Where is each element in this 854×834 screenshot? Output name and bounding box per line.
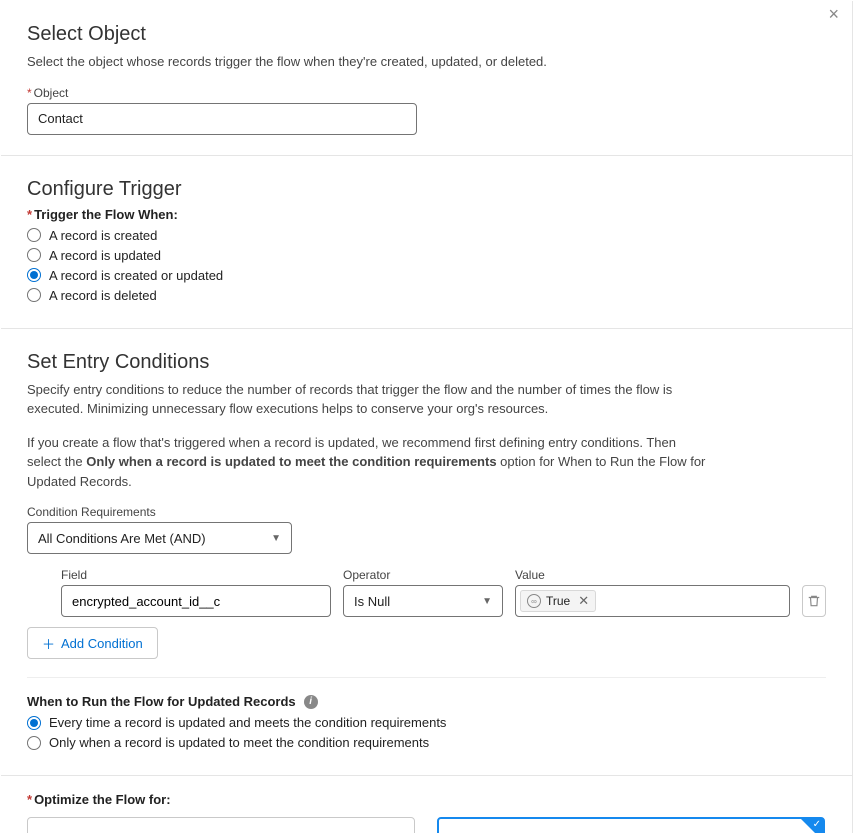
radio-icon (27, 736, 41, 750)
entry-conditions-title: Set Entry Conditions (27, 351, 826, 374)
trigger-option-label: A record is updated (49, 248, 161, 263)
select-object-desc: Select the object whose records trigger … (27, 52, 707, 72)
config-scroll: Select Object Select the object whose re… (1, 1, 853, 833)
value-pill: ∞ True ✕ (520, 590, 596, 612)
card-actions-and-related-records[interactable]: Actions and Related Records Update any r… (437, 817, 825, 833)
value-pill-text: True (546, 594, 570, 608)
trigger-option-created[interactable]: A record is created (27, 228, 826, 243)
close-icon[interactable]: × (828, 5, 839, 23)
object-input[interactable] (27, 103, 417, 135)
radio-icon (27, 288, 41, 302)
section-select-object: Select Object Select the object whose re… (1, 1, 852, 156)
when-run-option-label: Every time a record is updated and meets… (49, 715, 446, 730)
radio-icon (27, 248, 41, 262)
when-run-option-only-updated[interactable]: Only when a record is updated to meet th… (27, 735, 826, 750)
radio-icon-selected (27, 716, 41, 730)
field-label: Field (61, 568, 331, 582)
add-condition-label: Add Condition (61, 636, 143, 651)
when-run-option-every-time[interactable]: Every time a record is updated and meets… (27, 715, 826, 730)
condition-row: Field Operator Is Null ▼ Value ∞ Tr (61, 568, 826, 617)
section-optimize: Optimize the Flow for: Fast Field Update… (1, 775, 852, 833)
operator-value: Is Null (354, 594, 390, 609)
select-object-title: Select Object (27, 23, 826, 46)
condition-field-input[interactable] (61, 585, 331, 617)
value-label: Value (515, 568, 790, 582)
card-fast-field-updates[interactable]: Fast Field Updates Update fields on the … (27, 817, 415, 833)
section-entry-conditions: Set Entry Conditions Specify entry condi… (1, 329, 852, 776)
condition-req-label: Condition Requirements (27, 505, 826, 519)
chevron-down-icon: ▼ (271, 533, 281, 544)
condition-req-value: All Conditions Are Met (AND) (38, 531, 206, 546)
when-run-option-label: Only when a record is updated to meet th… (49, 735, 429, 750)
radio-icon-selected (27, 268, 41, 282)
plus-icon: ＋ (42, 634, 55, 653)
chevron-down-icon: ▼ (482, 596, 492, 607)
radio-icon (27, 228, 41, 242)
section-configure-trigger: Configure Trigger Trigger the Flow When:… (1, 156, 852, 329)
configure-trigger-title: Configure Trigger (27, 178, 826, 201)
condition-value-input[interactable]: ∞ True ✕ (515, 585, 790, 617)
link-icon: ∞ (527, 594, 541, 608)
entry-conditions-desc-2: If you create a flow that's triggered wh… (27, 433, 707, 492)
trigger-option-deleted[interactable]: A record is deleted (27, 288, 826, 303)
remove-pill-icon[interactable]: ✕ (578, 593, 589, 609)
trigger-when-group: A record is created A record is updated … (27, 228, 826, 303)
trigger-option-label: A record is created or updated (49, 268, 223, 283)
when-to-run-title: When to Run the Flow for Updated Records… (27, 694, 826, 709)
trigger-when-label: Trigger the Flow When: (27, 207, 826, 222)
card-title: Fast Field Updates (46, 832, 396, 833)
trigger-option-label: A record is created (49, 228, 157, 243)
trigger-option-label: A record is deleted (49, 288, 157, 303)
optimize-cards: Fast Field Updates Update fields on the … (27, 817, 826, 833)
info-icon[interactable]: i (304, 695, 318, 709)
condition-operator-select[interactable]: Is Null ▼ (343, 585, 503, 617)
object-label: Object (27, 86, 826, 100)
delete-condition-button[interactable] (802, 585, 826, 617)
optimize-label: Optimize the Flow for: (27, 792, 826, 807)
trigger-option-updated[interactable]: A record is updated (27, 248, 826, 263)
trigger-option-created-or-updated[interactable]: A record is created or updated (27, 268, 826, 283)
add-condition-button[interactable]: ＋ Add Condition (27, 627, 158, 659)
selected-corner-icon (801, 819, 823, 833)
when-to-run-group: Every time a record is updated and meets… (27, 715, 826, 750)
operator-label: Operator (343, 568, 503, 582)
entry-conditions-desc-1: Specify entry conditions to reduce the n… (27, 380, 707, 419)
condition-req-select[interactable]: All Conditions Are Met (AND) ▼ (27, 522, 292, 554)
trash-icon (807, 594, 821, 608)
